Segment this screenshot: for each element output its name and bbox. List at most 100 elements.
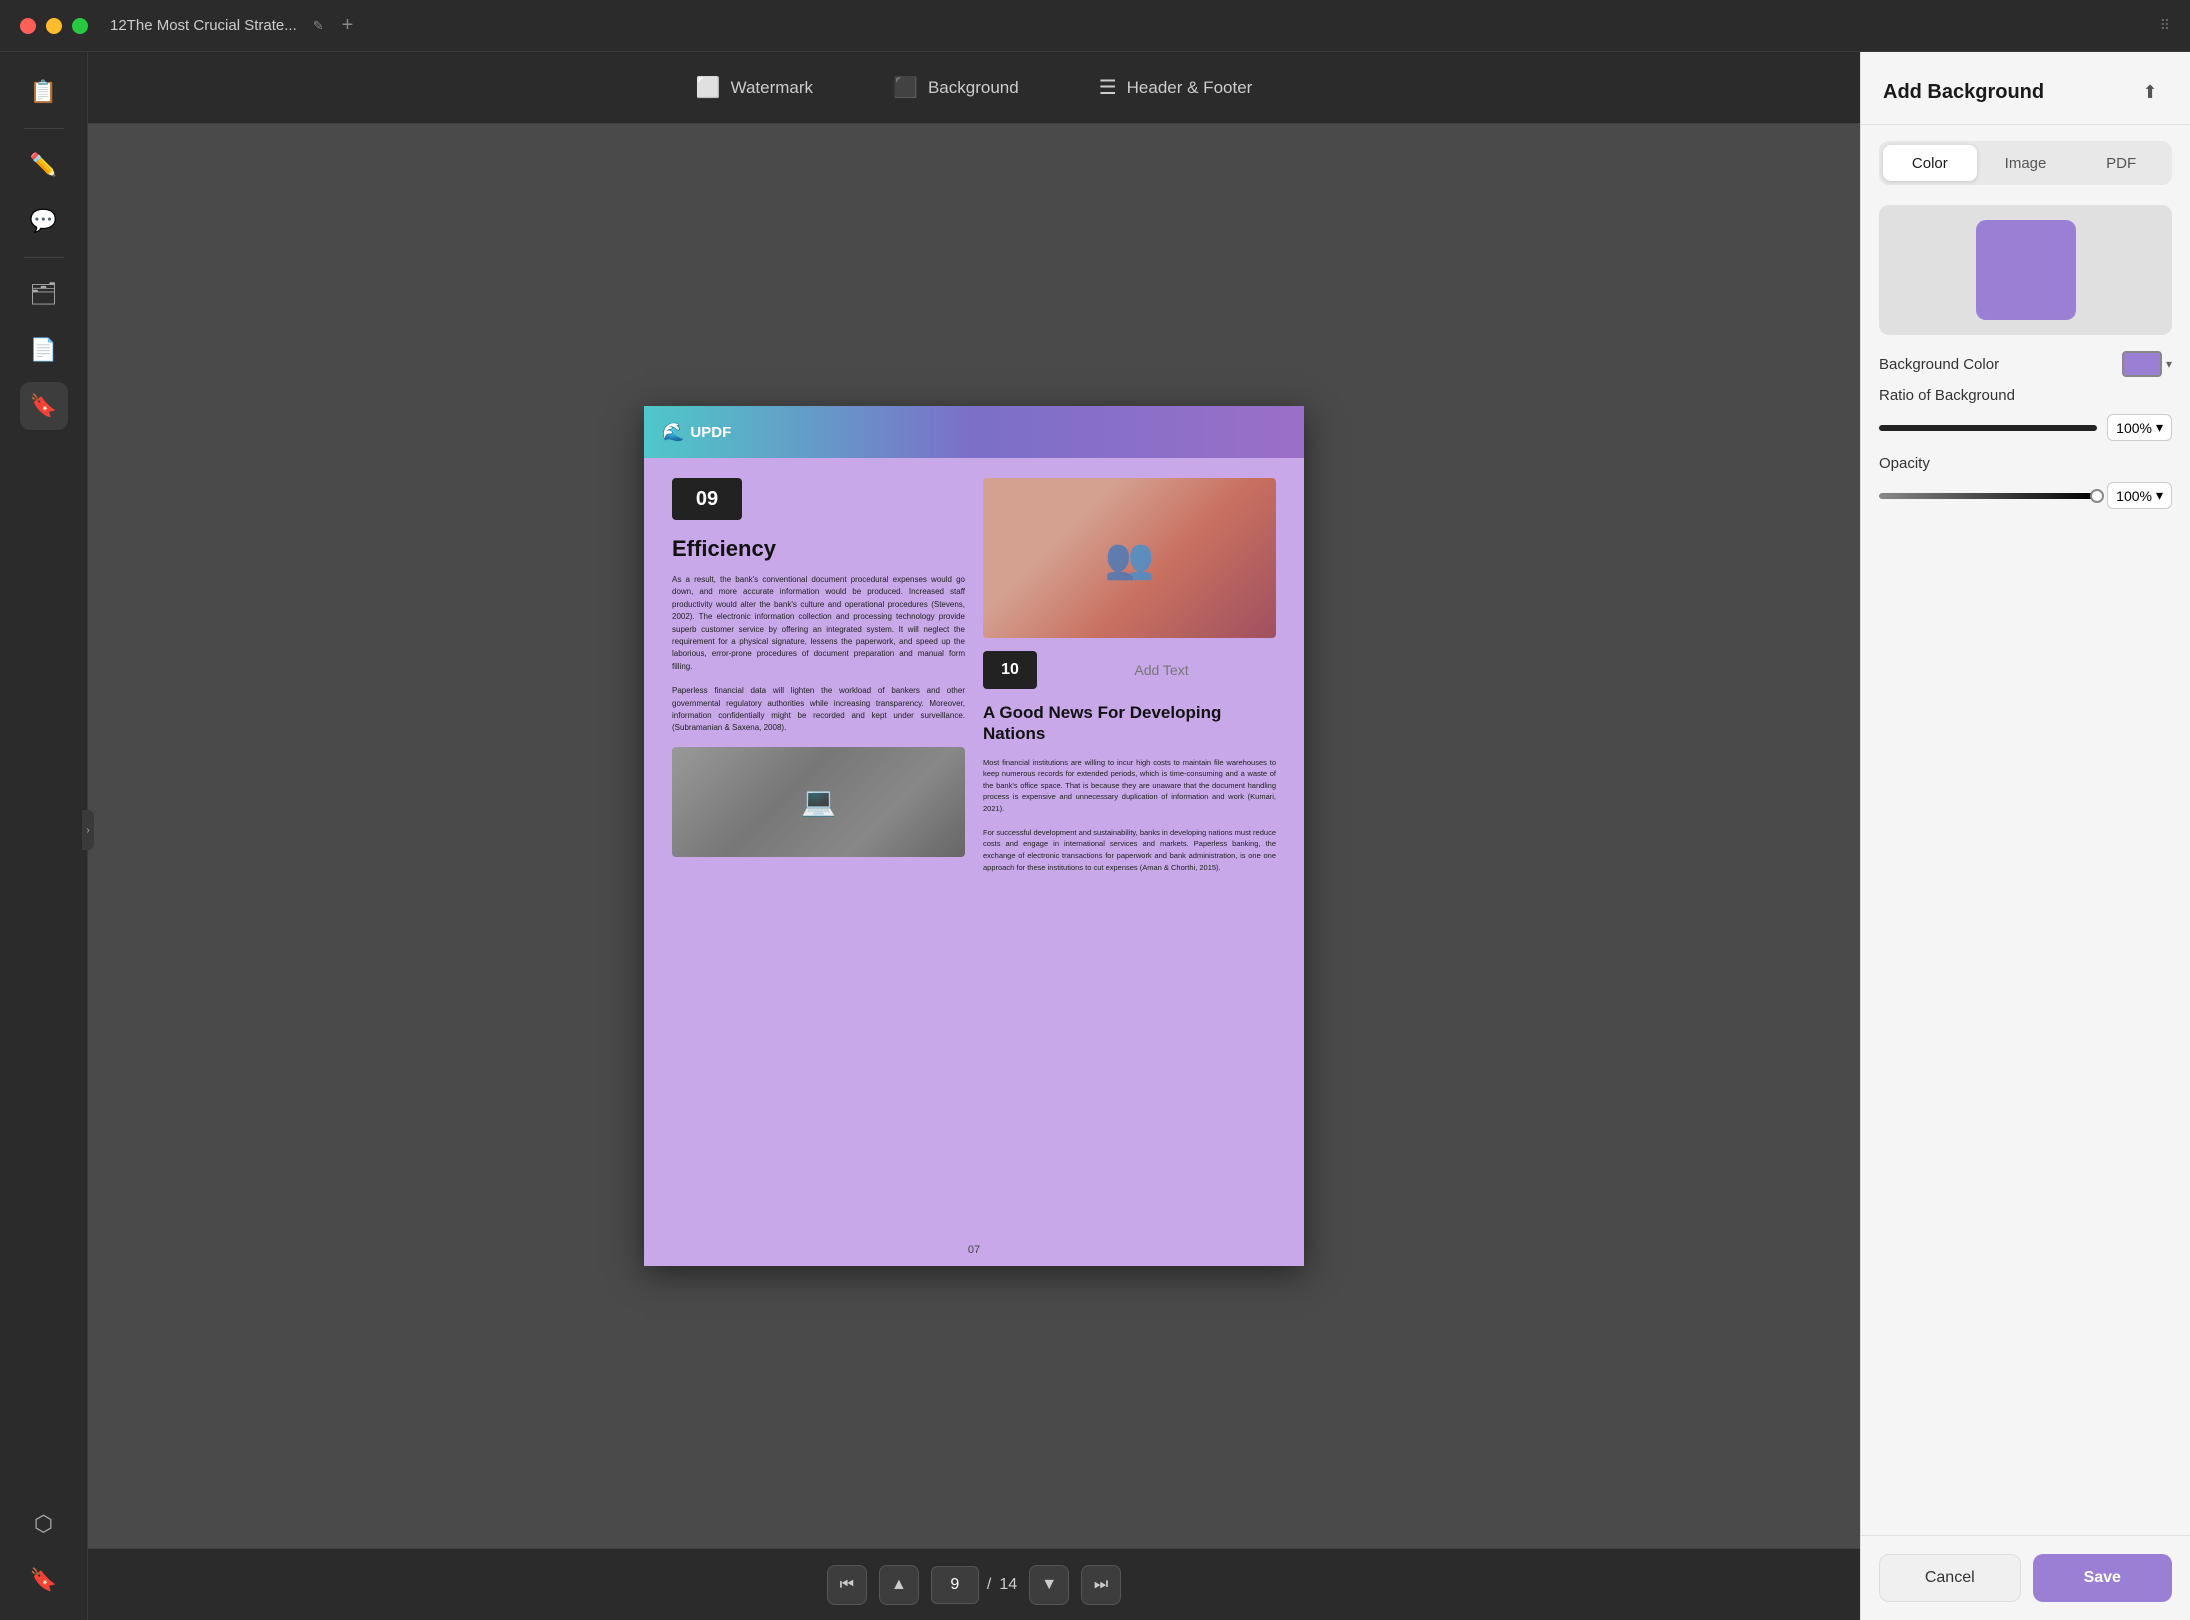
panel-title: Add Background xyxy=(1883,81,2044,104)
laptop-image-placeholder: 💻 xyxy=(801,785,836,818)
app-body: 📋 ✏️ 💬 🗂 📄 🔖 ⬡ xyxy=(0,52,2190,1620)
window-title: 12The Most Crucial Strate... xyxy=(110,17,297,34)
first-page-btn[interactable]: ⏮ xyxy=(827,1565,867,1605)
page-separator: / xyxy=(987,1576,991,1594)
ratio-section-label: Ratio of Background xyxy=(1879,387,2172,404)
panel-section: Background Color ▾ Ratio of Background xyxy=(1861,351,2190,539)
pdf-two-col: 09 Efficiency As a result, the bank's co… xyxy=(672,478,1276,1246)
cancel-button[interactable]: Cancel xyxy=(1879,1554,2021,1602)
window-minimize-btn[interactable] xyxy=(46,18,62,34)
header-footer-icon: ☰ xyxy=(1099,75,1117,100)
opacity-section-label: Opacity xyxy=(1879,455,2172,472)
sidebar-divider-2 xyxy=(24,257,64,258)
convert-icon: 📄 xyxy=(30,337,57,363)
right-panel: Add Background ⬆ Color Image PDF xyxy=(1860,52,2190,1620)
page-number: 07 xyxy=(968,1244,980,1256)
sidebar-item-stamp[interactable]: 🔖 xyxy=(20,382,68,430)
sidebar-item-pages[interactable]: 🗂 xyxy=(20,270,68,318)
opacity-value-dropdown[interactable]: 100% ▾ xyxy=(2107,482,2172,509)
stamp-icon: 🔖 xyxy=(30,393,57,419)
background-toolbar-item[interactable]: ⬛ Background xyxy=(877,67,1035,108)
logo-text: UPDF xyxy=(690,424,731,441)
panel-tabs: Color Image PDF xyxy=(1879,141,2172,185)
bg-color-picker-wrapper: ▾ xyxy=(2122,351,2172,377)
section-efficiency-title: Efficiency xyxy=(672,536,965,562)
logo-icon: 🌊 xyxy=(662,422,684,443)
pdf-right-col: 👥 10 Add Text A Good xyxy=(983,478,1276,1246)
tab-color[interactable]: Color xyxy=(1883,145,1977,181)
tab-color-label: Color xyxy=(1912,155,1948,172)
pdf-header: 🌊 UPDF xyxy=(644,406,1304,458)
right-text-1: Most financial institutions are willing … xyxy=(983,757,1276,815)
section-10-number: 10 xyxy=(983,651,1037,689)
ratio-slider-row: 100% ▾ xyxy=(1879,414,2172,441)
main-content: ⬜ Watermark ⬛ Background ☰ Header & Foot… xyxy=(88,52,1860,1620)
panel-export-btn[interactable]: ⬆ xyxy=(2132,74,2168,110)
ratio-slider-fill xyxy=(1879,425,2097,431)
color-picker-btn[interactable] xyxy=(2122,351,2162,377)
pdf-bottom-image: 💻 xyxy=(672,747,965,857)
section-09-number: 09 xyxy=(672,478,742,520)
sidebar-item-edit[interactable]: ✏️ xyxy=(20,141,68,189)
add-tab-btn[interactable]: + xyxy=(342,14,354,37)
ratio-slider-track xyxy=(1879,425,2097,431)
right-section-heading: A Good News For Developing Nations xyxy=(983,702,1276,745)
office-photo-placeholder: 👥 xyxy=(1105,535,1155,582)
document-area: 🌊 UPDF 09 Efficiency As a result, the ba… xyxy=(88,124,1860,1548)
last-page-btn[interactable]: ⏭ xyxy=(1081,1565,1121,1605)
header-footer-toolbar-item[interactable]: ☰ Header & Footer xyxy=(1083,67,1269,108)
pdf-page: 🌊 UPDF 09 Efficiency As a result, the ba… xyxy=(644,406,1304,1266)
watermark-toolbar-item[interactable]: ⬜ Watermark xyxy=(680,67,829,108)
sidebar-item-document[interactable]: 📋 xyxy=(20,68,68,116)
opacity-slider-fill xyxy=(1879,493,2097,499)
next-page-icon: ▼ xyxy=(1041,1576,1057,1594)
sidebar-item-layers[interactable]: ⬡ xyxy=(20,1500,68,1548)
collapse-arrow-icon: › xyxy=(86,825,89,836)
document-icon: 📋 xyxy=(30,79,57,105)
window-settings-icon[interactable]: ⠿ xyxy=(2160,17,2170,34)
prev-page-btn[interactable]: ▲ xyxy=(879,1565,919,1605)
ratio-slider-container xyxy=(1879,425,2097,431)
sidebar-item-bookmark[interactable]: 🔖 xyxy=(20,1556,68,1604)
save-button[interactable]: Save xyxy=(2033,1554,2173,1602)
prev-page-icon: ▲ xyxy=(891,1576,907,1594)
nav-bar: ⏮ ▲ / 14 ▼ ⏭ xyxy=(88,1548,1860,1620)
next-page-btn[interactable]: ▼ xyxy=(1029,1565,1069,1605)
sidebar-divider-1 xyxy=(24,128,64,129)
bg-color-label: Background Color xyxy=(1879,356,1999,373)
background-label: Background xyxy=(928,78,1019,98)
pdf-left-col: 09 Efficiency As a result, the bank's co… xyxy=(672,478,965,1246)
right-text-2: For successful development and sustainab… xyxy=(983,827,1276,874)
opacity-slider-container xyxy=(1879,493,2097,499)
first-page-icon: ⏮ xyxy=(840,1576,854,1594)
ratio-value: 100% xyxy=(2116,420,2152,436)
layers-icon: ⬡ xyxy=(34,1511,53,1537)
watermark-label: Watermark xyxy=(731,78,814,98)
ratio-value-dropdown[interactable]: 100% ▾ xyxy=(2107,414,2172,441)
sidebar-item-convert[interactable]: 📄 xyxy=(20,326,68,374)
window-maximize-btn[interactable] xyxy=(72,18,88,34)
window-close-btn[interactable] xyxy=(20,18,36,34)
pdf-office-image: 👥 xyxy=(983,478,1276,638)
tab-image[interactable]: Image xyxy=(1979,145,2073,181)
sidebar: 📋 ✏️ 💬 🗂 📄 🔖 ⬡ xyxy=(0,52,88,1620)
number-badge-row: 10 Add Text xyxy=(983,650,1276,690)
current-page-input[interactable] xyxy=(931,1566,979,1604)
ratio-dropdown-arrow: ▾ xyxy=(2156,419,2163,436)
pages-icon: 🗂 xyxy=(30,281,58,307)
sidebar-collapse-tab[interactable]: › xyxy=(82,810,94,850)
opacity-slider-thumb[interactable] xyxy=(2090,489,2104,503)
edit-title-icon[interactable]: ✎ xyxy=(313,18,324,34)
tab-pdf[interactable]: PDF xyxy=(2074,145,2168,181)
panel-header: Add Background ⬆ xyxy=(1861,52,2190,125)
tab-image-label: Image xyxy=(2005,155,2047,172)
toolbar: ⬜ Watermark ⬛ Background ☰ Header & Foot… xyxy=(88,52,1860,124)
color-picker-dropdown-arrow[interactable]: ▾ xyxy=(2166,357,2172,371)
pdf-body: 09 Efficiency As a result, the bank's co… xyxy=(644,458,1304,1266)
opacity-slider-track xyxy=(1879,493,2097,499)
app-wrapper: 12The Most Crucial Strate... ✎ + ⠿ 📋 ✏️ … xyxy=(0,0,2190,1620)
panel-footer: Cancel Save xyxy=(1861,1535,2190,1620)
sidebar-item-comment[interactable]: 💬 xyxy=(20,197,68,245)
section-body-text-1: As a result, the bank's conventional doc… xyxy=(672,574,965,673)
export-icon: ⬆ xyxy=(2142,82,2157,103)
